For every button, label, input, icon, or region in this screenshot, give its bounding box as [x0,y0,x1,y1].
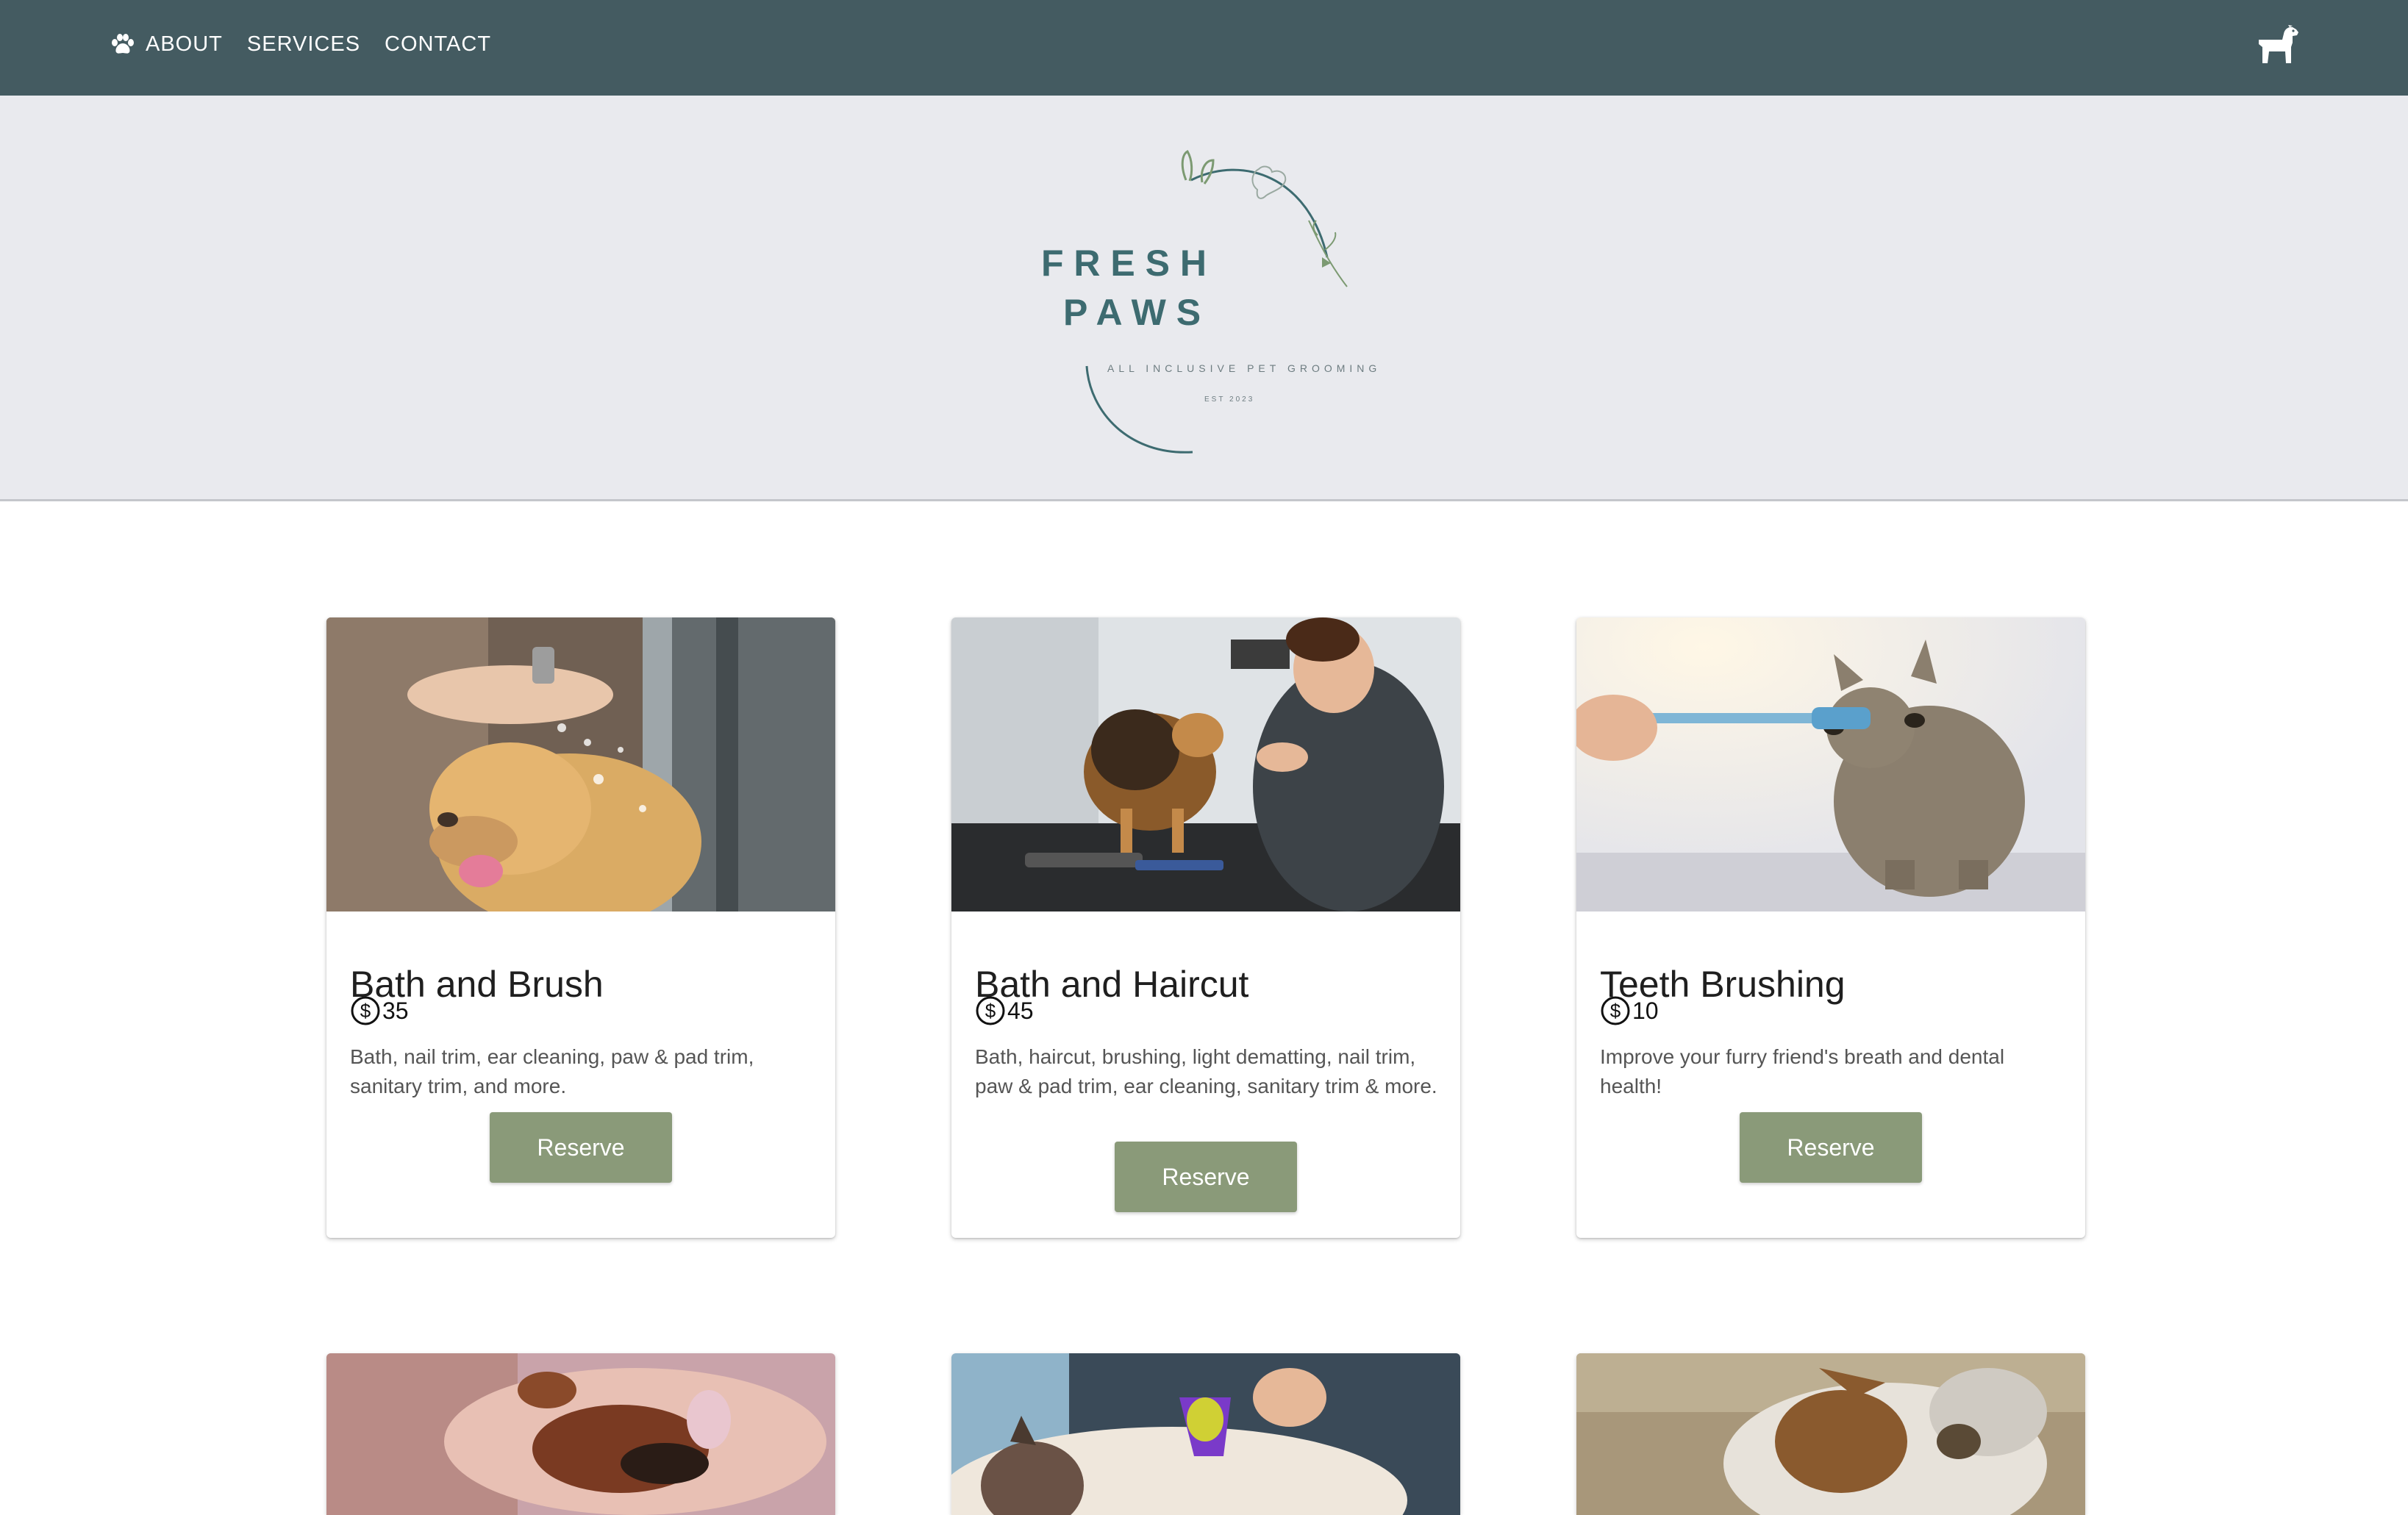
card-description: Bath, nail trim, ear cleaning, paw & pad… [350,1045,754,1097]
nav-link-label: CONTACT [385,32,492,56]
reserve-button[interactable]: Reserve [1115,1142,1297,1212]
dog-icon[interactable] [2256,25,2300,66]
dollar-coin-icon: $ [976,996,1005,1025]
service-card-teeth-brushing: Teeth Brushing $ 10 Improve your furry f… [1576,617,2085,1238]
nav-links: ABOUT SERVICES CONTACT [110,0,491,88]
service-card-bath-and-haircut: Bath and Haircut $ 45 Bath, haircut, bru… [951,617,1460,1238]
nav-link-services[interactable]: SERVICES [247,32,360,57]
service-card-nail-trim-partial [326,1353,835,1515]
dollar-coin-icon: $ [1601,996,1630,1025]
card-photo-cat-brushing [951,1353,1460,1515]
nav-link-label: ABOUT [146,32,223,56]
svg-text:$: $ [1610,1000,1621,1022]
logo-tagline: ALL INCLUSIVE PET GROOMING [1107,362,1381,374]
card-photo-terrier-outdoors [1576,1353,2085,1515]
nav-link-label: SERVICES [246,32,361,56]
logo-established: EST 2023 [1204,395,1254,404]
nav-link-about[interactable]: ABOUT [110,32,223,57]
navbar: ABOUT SERVICES CONTACT [0,0,2408,96]
card-price-value: 45 [1007,997,1034,1024]
fresh-paws-logo: F R E S H P A W S ALL INCLUSIVE PET GROO… [1041,149,1381,454]
card-photo-cat-toothbrush [1576,617,2085,911]
card-photo-paw-nail-trim [326,1353,835,1515]
card-price: $ 10 [1600,995,1659,1026]
paw-icon [112,34,134,54]
card-price: $ 35 [350,995,409,1026]
card-price-value: 10 [1632,997,1659,1024]
nav-link-contact[interactable]: CONTACT [385,32,491,57]
service-card-dog-partial [1576,1353,2085,1515]
card-photo-dog-bath [326,617,835,911]
card-description: Improve your furry friend's breath and d… [1600,1045,2005,1097]
reserve-button[interactable]: Reserve [490,1112,672,1183]
reserve-button[interactable]: Reserve [1740,1112,1922,1183]
logo-line1: F R E S H [1041,243,1207,284]
card-price: $ 45 [975,995,1034,1026]
hero-banner: F R E S H P A W S ALL INCLUSIVE PET GROO… [0,96,2408,501]
card-description: Bath, haircut, brushing, light dematting… [975,1045,1437,1097]
logo-line2: P A W S [1063,292,1201,333]
service-card-bath-and-brush: Bath and Brush $ 35 Bath, nail trim, ear… [326,617,835,1238]
card-photo-groomer-pomeranian [951,617,1460,911]
card-price-value: 35 [382,997,409,1024]
service-card-deshedding-partial [951,1353,1460,1515]
dollar-coin-icon: $ [351,996,380,1025]
svg-text:$: $ [360,1000,371,1022]
svg-text:$: $ [985,1000,996,1022]
